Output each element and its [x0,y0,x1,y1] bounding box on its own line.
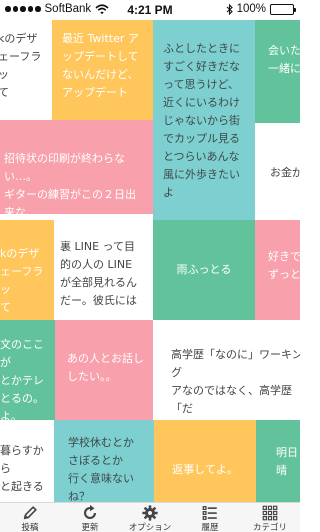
bluetooth-icon [226,3,233,15]
post-text: 明日晴 [276,446,298,477]
post-tile[interactable]: 文のここが とかテレ とるの。 よ。 [0,320,55,420]
post-tile[interactable]: ふとしたときにすごく好きだなって思うけど、近くにいるわけじゃないから街でカップル… [153,20,255,220]
post-tile[interactable]: 裏 LINE って目的の人の LINE が全部見れるんだー。彼氏には [54,220,153,320]
tab-refresh[interactable]: 更新 [60,503,120,532]
post-tile[interactable]: 雨ふっとる [153,220,255,320]
post-tile[interactable]: kのデザ ェーフラッ て [0,20,50,102]
gear-icon [142,505,158,521]
post-text: お金が [270,166,300,179]
post-text: kのデザ ェーフラッ て [0,32,42,99]
post-tile[interactable]: 返事してよ。 [154,420,256,502]
post-tile[interactable]: 招待状の印刷が終わらない…。 ギターの練習がこの２日出来な かったな。 [0,120,153,214]
tab-label: 投稿 [21,522,39,532]
post-text: 最近 Twitter アップデートしてないんだけど、アップデート [62,32,139,99]
post-text: 招待状の印刷が終わらない…。 ギターの練習がこの２日出来な かったな。 [4,152,136,214]
tab-label: 更新 [81,522,99,532]
post-text: 学校休むとか さぼるとか 行く意味ないね？ [68,436,134,502]
tab-history[interactable]: 履歴 [180,503,240,532]
post-text: 好きで ずっと [268,250,300,281]
post-text: 裏 LINE って目的の人の LINE が全部見れるんだー。彼氏には [60,240,137,307]
post-tile[interactable]: 明日晴 [256,420,300,502]
post-text: 雨ふっとる [176,263,232,276]
status-bar: SoftBank 4:21 PM 100% [0,0,300,20]
tab-label: カテゴリ [252,522,287,532]
post-tile[interactable]: kのデザ ェーフラッ て [0,220,54,320]
list-icon [202,506,217,520]
tab-label: 履歴 [201,522,219,532]
grid-icon [262,505,278,521]
post-tile[interactable]: 暮らすから と起きる [0,420,54,502]
tab-category[interactable]: カテゴリ [240,503,300,532]
post-tile[interactable]: お金が [255,123,300,219]
post-tile[interactable]: 好きで ずっと [255,220,300,320]
post-text: 会いた 一緒に [268,44,300,75]
battery-percent: 100% [236,3,266,15]
post-text: ふとしたときにすごく好きだなって思うけど、近くにいるわけじゃないから街でカップル… [163,42,240,199]
post-text: あの人とお話ししたい。。 [67,352,144,383]
post-tile[interactable]: 高学歴「なのに」ワーキング アなのではなく、高学歴「だ ら」ワーキングプアなので… [153,320,300,420]
pencil-icon [23,506,37,520]
post-text: 高学歴「なのに」ワーキング アなのではなく、高学歴「だ ら」ワーキングプアなので… [171,348,300,415]
post-text: 返事してよ。 [172,463,238,476]
post-tile[interactable]: 学校休むとか さぼるとか 行く意味ないね？ [54,420,154,502]
tab-post[interactable]: 投稿 [0,503,60,532]
post-tile[interactable]: 最近 Twitter アップデートしてないんだけど、アップデート [52,20,153,120]
battery-icon [270,3,296,15]
post-text: 暮らすから と起きる [0,444,44,493]
tab-bar: 投稿 更新 オプション 履歴 カテゴリ [0,502,300,532]
post-tile-grid: kのデザ ェーフラッ て 最近 Twitter アップデートしてないんだけど、ア… [0,20,300,502]
post-tile[interactable]: 会いた 一緒に [255,20,300,123]
status-right: 100% [226,3,296,15]
tab-label: オプション [128,522,172,532]
post-text: kのデザ ェーフラッ て [0,247,44,314]
refresh-icon [83,504,97,519]
tab-options[interactable]: オプション [120,503,180,532]
post-tile[interactable]: あの人とお話ししたい。。 [55,320,153,420]
post-text: 文のここが とかテレ とるの。 よ。 [0,338,44,420]
